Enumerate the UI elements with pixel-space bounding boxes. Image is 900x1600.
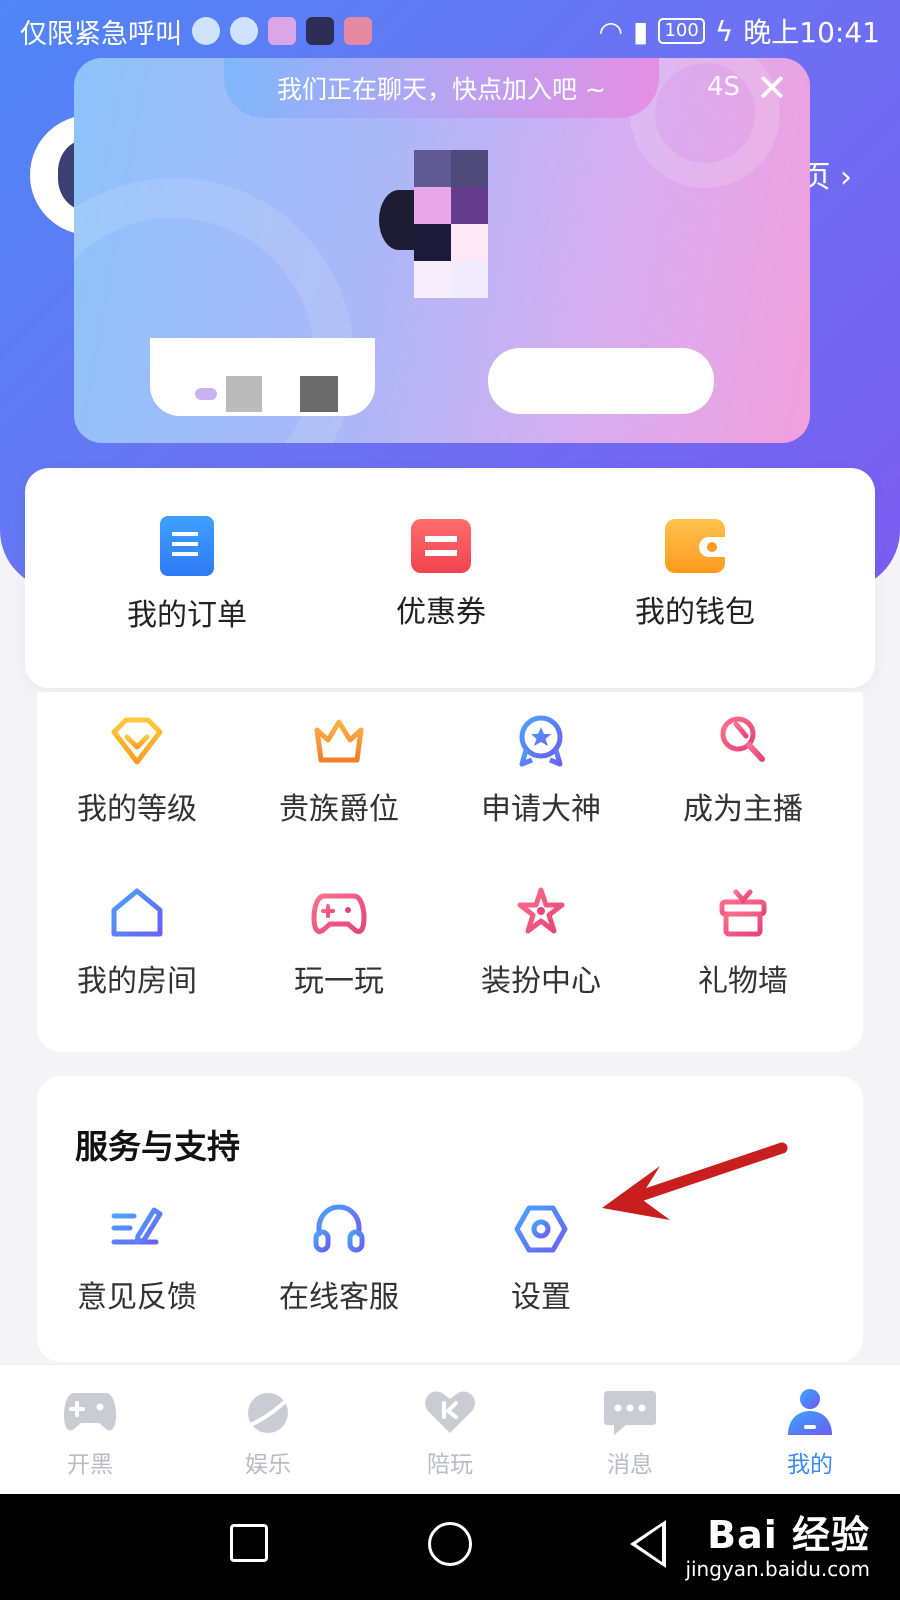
tab-label: 我的 [787, 1452, 833, 1478]
grid-item-label: 玩一玩 [294, 964, 384, 999]
grid-item-my-room[interactable]: 我的房间 [37, 884, 237, 1000]
live-chat-invite-popup[interactable]: 我们正在聊天，快点加入吧 ~ 4S ✕ [74, 58, 810, 443]
grid-item-become-streamer[interactable]: 成为主播 [643, 712, 843, 828]
headset-icon [313, 1204, 365, 1253]
tab-label: 消息 [607, 1452, 653, 1478]
battery-icon: 100 [658, 18, 705, 44]
star-icon [517, 887, 565, 934]
feedback-button[interactable]: 意见反馈 [37, 1200, 237, 1316]
coupons-label: 优惠券 [396, 595, 486, 630]
grid-item-label: 礼物墙 [698, 964, 788, 999]
join-button[interactable] [488, 348, 714, 414]
coupon-ticket-icon [411, 519, 471, 573]
blurred-name-box [150, 338, 375, 416]
grid-item-label: 申请大神 [481, 792, 601, 827]
person-tab-icon [788, 1389, 832, 1435]
grid-item-my-level[interactable]: 我的等级 [37, 712, 237, 828]
microphone-icon [720, 716, 765, 762]
grid-item-apply-expert[interactable]: 申请大神 [441, 712, 641, 828]
browser-icon [230, 17, 258, 45]
home-button[interactable] [428, 1522, 472, 1566]
my-wallet-button[interactable]: 我的钱包 [595, 516, 795, 631]
popup-header: 我们正在聊天，快点加入吧 ~ [224, 58, 659, 118]
grid-item-dress-up-center[interactable]: 装扮中心 [441, 884, 641, 1000]
charging-icon: ϟ [714, 14, 734, 48]
my-wallet-label: 我的钱包 [635, 595, 755, 630]
quick-actions-card: 我的订单 优惠券 我的钱包 [25, 468, 875, 688]
shield-icon [192, 17, 220, 45]
tab-label: 开黑 [67, 1452, 113, 1478]
house-icon [111, 888, 163, 937]
my-orders-label: 我的订单 [127, 598, 247, 633]
tab-label: 娱乐 [245, 1452, 291, 1478]
features-grid-card: 我的等级 贵族爵位 申请大神 成为主播 我的房间 玩一玩 装扮中心 礼物墙 [37, 692, 863, 1052]
grid-item-label: 我的房间 [77, 964, 197, 999]
watermark-url: jingyan.baidu.com [685, 1557, 870, 1581]
planet-tab-icon [242, 1393, 294, 1433]
settings-hex-icon [514, 1205, 568, 1253]
wallet-icon [665, 519, 725, 573]
grid-item-label: 装扮中心 [481, 964, 601, 999]
back-button[interactable] [630, 1520, 666, 1568]
coupons-button[interactable]: 优惠券 [341, 516, 541, 631]
status-bar: 仅限紧急呼叫 ◠ ▮ 100 ϟ 晚上10:41 [0, 0, 900, 62]
tab-label: 陪玩 [427, 1452, 473, 1478]
tab-entertainment[interactable]: 娱乐 [208, 1387, 328, 1479]
wifi-icon: ◠ [598, 14, 624, 48]
order-doc-icon [160, 516, 214, 576]
signal-icon: ▮ [633, 14, 649, 48]
carrier-text: 仅限紧急呼叫 [20, 18, 182, 50]
close-icon[interactable]: ✕ [756, 68, 788, 108]
popup-countdown: 4S [706, 72, 740, 102]
clock: 晚上10:41 [743, 16, 880, 49]
medal-icon [519, 715, 563, 767]
chat-bubble-tab-icon [604, 1391, 656, 1435]
gamepad-icon [311, 893, 367, 934]
section-title: 服务与支持 [75, 1127, 240, 1166]
heart-tab-icon [425, 1391, 475, 1433]
tab-companion[interactable]: 陪玩 [390, 1387, 510, 1479]
grid-item-label: 贵族爵位 [279, 792, 399, 827]
grid-item-label: 我的等级 [77, 792, 197, 827]
gift-icon [719, 889, 767, 937]
settings-label: 设置 [511, 1280, 571, 1315]
tab-kaihei[interactable]: 开黑 [30, 1387, 150, 1479]
bottom-tab-bar: 开黑 娱乐 陪玩 消息 我的 [0, 1364, 900, 1494]
app-notification-icon [306, 17, 334, 45]
blurred-avatar [379, 150, 489, 300]
grid-item-play[interactable]: 玩一玩 [239, 884, 439, 1000]
my-orders-button[interactable]: 我的订单 [87, 516, 287, 634]
crown-icon [314, 719, 364, 763]
tab-messages[interactable]: 消息 [570, 1387, 690, 1479]
app-notification-icon [344, 17, 372, 45]
watermark-brand: Bai 经验 [707, 1513, 870, 1557]
online-support-label: 在线客服 [279, 1280, 399, 1315]
feedback-label: 意见反馈 [77, 1280, 197, 1315]
grid-item-label: 成为主播 [683, 792, 803, 827]
system-navigation-bar: Bai 经验 jingyan.baidu.com [0, 1494, 900, 1600]
baidu-jingyan-watermark: Bai 经验 jingyan.baidu.com [685, 1504, 870, 1581]
level-diamond-icon [111, 717, 163, 765]
gamepad-tab-icon [64, 1393, 116, 1431]
online-support-button[interactable]: 在线客服 [239, 1200, 439, 1316]
annotation-arrow [602, 1142, 788, 1220]
app-notification-icon [268, 17, 296, 45]
grid-item-gift-wall[interactable]: 礼物墙 [643, 884, 843, 1000]
feedback-pen-icon [111, 1207, 163, 1245]
recent-apps-button[interactable] [230, 1524, 268, 1562]
tab-mine[interactable]: 我的 [750, 1387, 870, 1479]
grid-item-noble-rank[interactable]: 贵族爵位 [239, 712, 439, 828]
